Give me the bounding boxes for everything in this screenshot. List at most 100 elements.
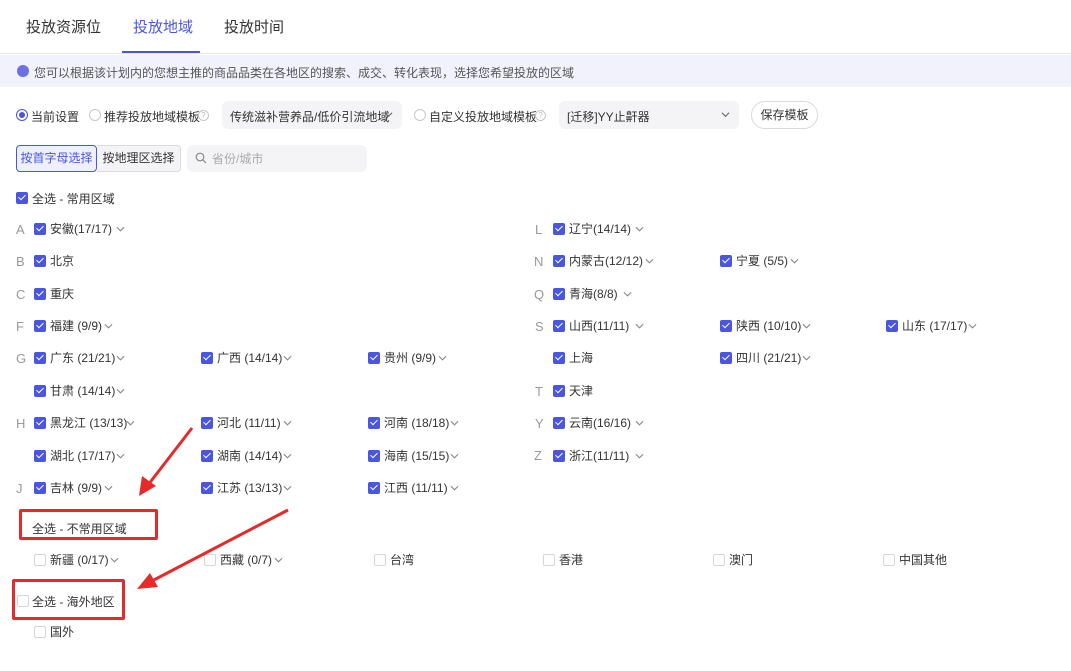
save-template-button[interactable]: 保存模板 <box>751 101 818 129</box>
custom-template-label[interactable]: 自定义投放地域模板 <box>429 108 537 125</box>
tab-region[interactable]: 投放地域 <box>133 16 193 37</box>
region-checkbox[interactable] <box>720 255 732 267</box>
select-all-overseas-label[interactable]: 全选 - 海外地区 <box>32 593 115 610</box>
region-checkbox[interactable] <box>883 554 895 566</box>
chevron-down-icon[interactable] <box>104 322 113 330</box>
chevron-down-icon[interactable] <box>450 452 459 460</box>
region-name: 甘肃 (14/14) <box>50 384 116 398</box>
chevron-down-icon[interactable] <box>635 225 644 233</box>
region-checkbox[interactable] <box>543 554 555 566</box>
region-name: 云南(16/16) <box>569 416 632 430</box>
by-region-button[interactable]: 按地理区选择 <box>97 145 181 172</box>
region-name: 陕西 (10/10) <box>736 319 802 333</box>
region-checkbox[interactable] <box>201 450 213 462</box>
region-checkbox[interactable] <box>368 450 380 462</box>
region-name: 上海 <box>569 351 594 365</box>
region-checkbox[interactable] <box>368 482 380 494</box>
region-name: 国外 <box>50 625 75 639</box>
chevron-down-icon[interactable] <box>283 419 292 427</box>
chevron-down-icon[interactable] <box>283 484 292 492</box>
select-all-uncommon-label[interactable]: 全选 - 不常用区域 <box>32 520 127 537</box>
chevron-down-icon[interactable] <box>802 322 811 330</box>
chevron-down-icon[interactable] <box>790 257 799 265</box>
region-checkbox[interactable] <box>201 417 213 429</box>
chevron-down-icon[interactable] <box>438 354 447 362</box>
current-setting-label[interactable]: 当前设置 <box>31 108 79 125</box>
region-checkbox[interactable] <box>720 352 732 364</box>
region-checkbox[interactable] <box>201 482 213 494</box>
chevron-down-icon[interactable] <box>116 225 125 233</box>
chevron-down-icon[interactable] <box>116 354 125 362</box>
select-all-overseas-checkbox[interactable] <box>17 595 29 607</box>
recommend-template-radio[interactable] <box>89 109 101 121</box>
current-setting-radio[interactable] <box>16 109 28 121</box>
tab-resource[interactable]: 投放资源位 <box>26 16 101 37</box>
recommend-template-label[interactable]: 推荐投放地域模板 <box>104 108 200 125</box>
region-checkbox[interactable] <box>34 450 46 462</box>
recommend-template-select[interactable]: 传统滋补营养品/低价引流地域 <box>222 101 402 129</box>
select-all-common-checkbox[interactable] <box>16 192 28 204</box>
region-checkbox[interactable] <box>713 554 725 566</box>
chevron-down-icon <box>384 112 393 118</box>
custom-template-radio[interactable] <box>414 109 426 121</box>
region-checkbox[interactable] <box>201 352 213 364</box>
letter-label: L <box>535 222 543 237</box>
region-checkbox[interactable] <box>553 385 565 397</box>
chevron-down-icon[interactable] <box>126 419 135 427</box>
chevron-down-icon[interactable] <box>450 484 459 492</box>
chevron-down-icon[interactable] <box>635 419 644 427</box>
region-checkbox[interactable] <box>553 255 565 267</box>
chevron-down-icon[interactable] <box>104 484 113 492</box>
tab-time[interactable]: 投放时间 <box>224 16 284 37</box>
region-checkbox[interactable] <box>34 554 46 566</box>
annotation-arrow <box>146 427 194 486</box>
chevron-down-icon[interactable] <box>635 452 644 460</box>
chevron-down-icon[interactable] <box>110 556 119 564</box>
region-checkbox[interactable] <box>374 554 386 566</box>
region-checkbox[interactable] <box>553 417 565 429</box>
region-checkbox[interactable] <box>886 320 898 332</box>
region-checkbox[interactable] <box>34 255 46 267</box>
region-name: 内蒙古(12/12) <box>569 254 644 268</box>
letter-label: Q <box>534 287 545 302</box>
chevron-down-icon[interactable] <box>802 354 811 362</box>
region-checkbox[interactable] <box>34 385 46 397</box>
letter-label: Z <box>534 448 542 463</box>
region-checkbox[interactable] <box>553 352 565 364</box>
letter-label: J <box>16 481 23 496</box>
search-input[interactable] <box>212 150 360 167</box>
chevron-down-icon[interactable] <box>283 354 292 362</box>
region-checkbox[interactable] <box>204 554 216 566</box>
region-checkbox[interactable] <box>553 450 565 462</box>
region-checkbox[interactable] <box>34 352 46 364</box>
region-checkbox[interactable] <box>553 320 565 332</box>
region-name: 台湾 <box>390 553 415 567</box>
region-checkbox[interactable] <box>34 288 46 300</box>
chevron-down-icon[interactable] <box>116 387 125 395</box>
chevron-down-icon[interactable] <box>450 419 459 427</box>
region-name: 浙江(11/11) <box>569 449 630 463</box>
region-checkbox[interactable] <box>34 482 46 494</box>
help-icon[interactable]: ? <box>198 110 209 121</box>
select-all-common-label[interactable]: 全选 - 常用区域 <box>32 190 115 207</box>
region-checkbox[interactable] <box>34 626 46 638</box>
region-checkbox[interactable] <box>34 320 46 332</box>
notice-text: 您可以根据该计划内的您想主推的商品品类在各地区的搜索、成交、转化表现，选择您希望… <box>34 66 575 80</box>
region-checkbox[interactable] <box>34 417 46 429</box>
region-checkbox[interactable] <box>553 223 565 235</box>
chevron-down-icon[interactable] <box>645 257 654 265</box>
region-checkbox[interactable] <box>34 223 46 235</box>
chevron-down-icon[interactable] <box>116 452 125 460</box>
chevron-down-icon[interactable] <box>274 556 283 564</box>
chevron-down-icon[interactable] <box>623 290 632 298</box>
region-checkbox[interactable] <box>368 417 380 429</box>
region-checkbox[interactable] <box>368 352 380 364</box>
chevron-down-icon[interactable] <box>968 322 977 330</box>
region-checkbox[interactable] <box>553 288 565 300</box>
custom-template-select[interactable]: [迁移]YY止鼾器 <box>559 101 739 129</box>
chevron-down-icon[interactable] <box>283 452 292 460</box>
by-letter-button[interactable]: 按首字母选择 <box>16 145 97 172</box>
region-checkbox[interactable] <box>720 320 732 332</box>
help-icon[interactable]: ? <box>535 110 546 121</box>
chevron-down-icon[interactable] <box>635 322 644 330</box>
